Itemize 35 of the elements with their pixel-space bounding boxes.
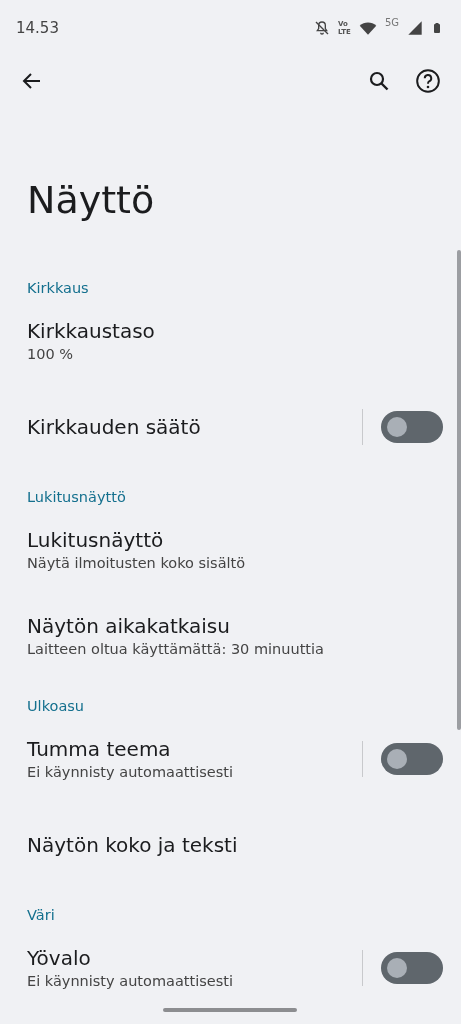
settings-item[interactable]: Yövalo Ei käynnisty automaattisesti: [0, 924, 461, 1011]
item-title: Näytön aikakatkaisu: [27, 612, 231, 639]
search-icon: [367, 69, 391, 93]
section-header: Väri: [27, 905, 56, 925]
settings-item[interactable]: Tumma teema Ei käynnisty automaattisesti: [0, 715, 461, 802]
toggle-switch[interactable]: [381, 410, 443, 443]
section-header: Lukitusnäyttö: [27, 487, 127, 507]
item-subtitle: Näytä ilmoitusten koko sisältö: [27, 553, 247, 573]
item-subtitle: Laitteen oltua käyttämättä: 30 minuuttia: [27, 639, 325, 659]
item-subtitle: 100 %: [27, 344, 75, 364]
item-subtitle: Ei käynnisty automaattisesti: [27, 762, 234, 782]
item-title: Tumma teema: [27, 735, 172, 762]
item-title: Kirkkaustaso: [27, 317, 156, 344]
item-title: Yövalo: [27, 944, 92, 971]
settings-item[interactable]: Näytön koko ja teksti: [0, 801, 461, 888]
section-header: Kirkkaus: [27, 278, 90, 298]
settings-item[interactable]: Kirkkaustaso 100 %: [0, 297, 461, 384]
settings-item[interactable]: Kirkkauden säätö: [0, 383, 461, 470]
network-type: 5G: [384, 16, 399, 30]
item-title: Kirkkauden säätö: [27, 413, 202, 440]
signal-icon: [407, 20, 423, 36]
settings-item[interactable]: Näytön aikakatkaisu Laitteen oltua käyttämättä: 30 minuuttia: [0, 592, 461, 679]
section-header: Ulkoasu: [27, 696, 86, 716]
status-time: 14.53: [16, 17, 59, 39]
toggle-switch[interactable]: [381, 742, 443, 775]
wifi-icon: [358, 19, 377, 37]
muted-bell-icon: [314, 20, 330, 36]
item-title: Lukitusnäyttö: [27, 526, 165, 553]
page-title: Näyttö: [27, 178, 156, 224]
toggle-switch[interactable]: [381, 951, 443, 984]
item-subtitle: Ei käynnisty automaattisesti: [27, 971, 234, 991]
item-title: Näytön koko ja teksti: [27, 831, 239, 858]
settings-item[interactable]: Lukitusnäyttö Näytä ilmoitusten koko sisältö: [0, 506, 461, 593]
help-icon: [415, 68, 441, 94]
navigation-handle[interactable]: [163, 1008, 297, 1012]
